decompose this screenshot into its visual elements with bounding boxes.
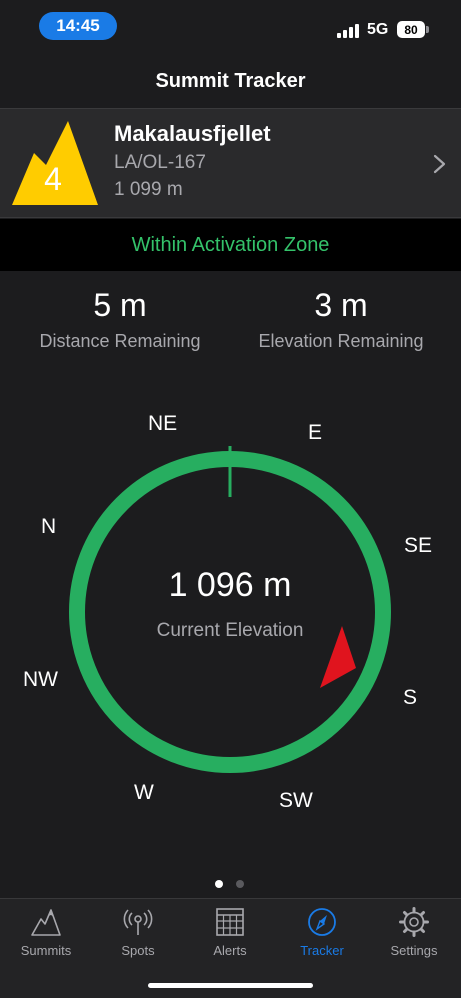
distance-remaining-stat: 5 m Distance Remaining <box>15 282 225 352</box>
activation-zone-banner: Within Activation Zone <box>0 219 461 271</box>
compass-label-nw: NW <box>23 668 58 691</box>
compass-label-n: N <box>41 515 57 538</box>
compass-label-se: SE <box>404 534 433 557</box>
page-indicator[interactable] <box>215 880 247 890</box>
gear-icon <box>399 907 429 937</box>
home-indicator[interactable] <box>148 983 313 988</box>
status-time[interactable]: 14:45 <box>39 12 117 40</box>
elevation-remaining-stat: 3 m Elevation Remaining <box>236 282 446 352</box>
compass-label-ne: NE <box>148 412 178 435</box>
current-elevation-label: Current Elevation <box>156 620 304 641</box>
tab-tracker[interactable]: Tracker <box>276 907 368 967</box>
compass-label-sw: SW <box>279 789 313 812</box>
tab-spots[interactable]: Spots <box>92 907 184 967</box>
elevation-remaining-label: Elevation Remaining <box>258 331 424 351</box>
tab-summits-label: Summits <box>20 943 72 958</box>
elevation-remaining-value: 3 m <box>314 287 368 323</box>
mountain-icon <box>31 909 61 936</box>
antenna-icon <box>123 909 153 935</box>
tab-alerts[interactable]: Alerts <box>184 907 276 967</box>
calendar-grid-icon <box>216 908 244 936</box>
summit-points: 4 <box>44 161 62 197</box>
compass-icon <box>308 908 336 936</box>
page-dot-active[interactable] <box>215 880 223 888</box>
battery-icon: 80 <box>397 21 425 38</box>
cellular-signal-icon <box>337 22 361 38</box>
summit-card[interactable]: 4 Makalausfjellet LA/OL-167 1 099 m <box>0 108 461 218</box>
tab-settings[interactable]: Settings <box>368 907 460 967</box>
stats-panel: 5 m Distance Remaining 3 m Elevation Rem… <box>0 282 461 362</box>
compass-ring <box>69 451 391 773</box>
network-type: 5G <box>367 21 389 38</box>
page-dot[interactable] <box>236 880 244 888</box>
summit-reference: LA/OL-167 <box>114 152 206 173</box>
compass-label-s: S <box>403 686 418 709</box>
tab-spots-label: Spots <box>121 943 155 958</box>
tab-alerts-label: Alerts <box>213 943 247 958</box>
tab-tracker-label: Tracker <box>300 943 344 958</box>
distance-remaining-value: 5 m <box>93 287 147 323</box>
status-bar: 14:45 5G 80 <box>0 0 461 56</box>
compass-label-w: W <box>134 781 154 804</box>
summit-altitude: 1 099 m <box>114 179 183 200</box>
tab-settings-label: Settings <box>390 943 438 958</box>
chevron-right-icon <box>433 154 446 174</box>
battery-tip <box>426 26 429 33</box>
distance-remaining-label: Distance Remaining <box>39 331 201 351</box>
summit-name: Makalausfjellet <box>114 121 271 146</box>
compass-dial <box>69 446 391 773</box>
tab-summits[interactable]: Summits <box>0 907 92 967</box>
current-elevation-value: 1 096 m <box>168 566 292 604</box>
page-title: Summit Tracker <box>155 70 306 92</box>
compass-label-e: E <box>308 421 323 444</box>
